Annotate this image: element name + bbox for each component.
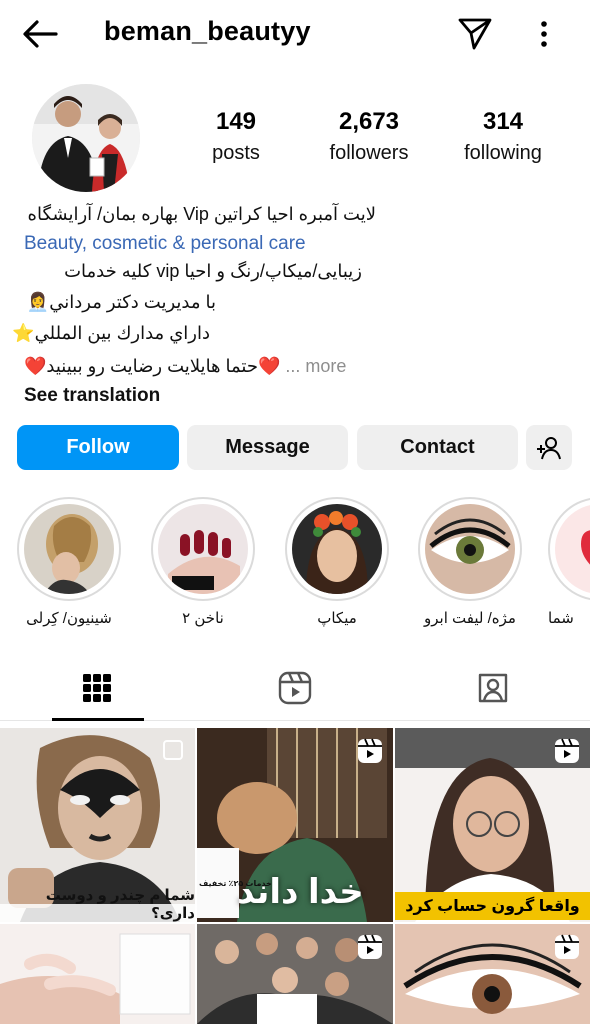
- profile-category[interactable]: Beauty, cosmetic & personal care: [24, 233, 306, 255]
- profile-avatar[interactable]: [32, 84, 140, 192]
- post-image: [0, 924, 195, 1024]
- bio-line-3-text: با مدیریت دکتر مرداني: [49, 292, 216, 312]
- post-tile[interactable]: خدا داند خدمات ۲۵٪ تخفیف: [197, 728, 393, 922]
- profile-username: beman_beautyy: [104, 16, 311, 46]
- message-button[interactable]: Message: [187, 425, 348, 470]
- vertical-dots-icon: [541, 21, 547, 47]
- star-icon: ⭐: [12, 323, 35, 343]
- paper-plane-icon: [458, 18, 492, 50]
- contact-button[interactable]: Contact: [357, 425, 518, 470]
- highlight-ring: [418, 497, 522, 601]
- tagged-icon: [478, 673, 508, 703]
- highlight-chignon[interactable]: شینیون/ کِرلی: [13, 497, 125, 627]
- reel-badge-icon: [358, 934, 382, 959]
- post-small-text: خدمات ۲۵٪ تخفیف: [199, 879, 272, 888]
- followers-count: 2,673: [338, 108, 400, 135]
- following-count: 314: [482, 108, 524, 135]
- profile-tabs: [0, 655, 590, 721]
- bio-line-5: ❤️حتما هایلایت رضایت رو ببینید❤️ ... mor…: [24, 356, 346, 377]
- tab-tagged[interactable]: [448, 655, 538, 721]
- post-tile[interactable]: شما م چندر و دوست داری؟: [0, 728, 195, 922]
- posts-grid: شما م چندر و دوست داری؟ خدا داند خدمات ۲…: [0, 724, 590, 1024]
- bio-line-5-text: ❤️حتما هایلایت رضایت رو ببینید❤️: [24, 356, 281, 376]
- highlight-image: [24, 504, 114, 594]
- post-tile[interactable]: [395, 924, 590, 1024]
- highlight-label: مژه/ لیفت ابرو: [424, 610, 516, 627]
- bio-line-1: لایت آمبره احیا کراتین Vip بهاره بمان/ آ…: [27, 204, 376, 224]
- woman-icon: 👩‍💼: [26, 292, 50, 312]
- reel-badge-icon: [555, 934, 579, 959]
- more-options-button[interactable]: [530, 16, 558, 52]
- post-tile[interactable]: واقعا گرون حساب کرد: [395, 728, 590, 922]
- stat-following[interactable]: 314 following: [456, 108, 550, 165]
- bio-line-2: زیبایی/میکاپ/رنگ و احیا vip کلیه خدمات: [64, 261, 362, 281]
- following-label: following: [464, 142, 542, 164]
- highlight-image: [292, 504, 382, 594]
- post-tile[interactable]: [0, 924, 195, 1024]
- avatar-image: [32, 84, 140, 192]
- highlight-ring: [548, 497, 590, 601]
- highlight-image: [555, 504, 590, 594]
- send-button[interactable]: [456, 14, 494, 52]
- highlight-label: شما: [548, 610, 574, 627]
- bio-line-4-text: داراي مدارك بين المللي: [34, 323, 210, 343]
- highlight-shoma[interactable]: شما: [548, 497, 590, 627]
- see-translation-link[interactable]: See translation: [24, 385, 160, 407]
- stat-posts[interactable]: 149 posts: [200, 108, 272, 165]
- highlight-label: ناخن ۲: [182, 610, 224, 627]
- highlight-label: میکاپ: [317, 610, 357, 627]
- highlight-image: [158, 504, 248, 594]
- post-overlay-text: خدا داند: [237, 873, 364, 911]
- post-tile[interactable]: [197, 924, 393, 1024]
- highlight-ring: [17, 497, 121, 601]
- highlight-image: [425, 504, 515, 594]
- back-button[interactable]: [20, 16, 60, 52]
- bio-more-link[interactable]: ... more: [285, 356, 346, 376]
- highlight-makeup[interactable]: میکاپ: [281, 497, 393, 627]
- post-caption-text: شما م چندر و دوست داری؟: [45, 887, 195, 922]
- top-bar: beman_beautyy: [0, 0, 590, 68]
- highlight-nails[interactable]: ناخن ۲: [147, 497, 259, 627]
- reels-icon: [278, 671, 312, 705]
- arrow-left-icon: [23, 20, 58, 48]
- posts-label: posts: [212, 142, 260, 164]
- stat-followers[interactable]: 2,673 followers: [320, 108, 418, 165]
- highlight-label: شینیون/ کِرلی: [26, 610, 112, 627]
- highlight-lashes[interactable]: مژه/ لیفت ابرو: [414, 497, 526, 627]
- post-banner-text: واقعا گرون حساب کرد: [395, 892, 590, 920]
- post-multi-icon: [163, 740, 183, 760]
- active-tab-indicator: [52, 718, 144, 721]
- reel-badge-icon: [358, 738, 382, 763]
- grid-icon: [83, 674, 111, 702]
- add-person-icon: [537, 436, 561, 459]
- tab-reels[interactable]: [250, 655, 340, 721]
- reel-badge-icon: [555, 738, 579, 763]
- posts-count: 149: [215, 108, 257, 135]
- followers-label: followers: [329, 142, 409, 164]
- bio-line-4: داراي مدارك بين المللي⭐: [12, 323, 210, 344]
- highlight-ring: [285, 497, 389, 601]
- bio-line-3: با مدیریت دکتر مرداني👩‍💼: [24, 292, 216, 313]
- suggest-users-button[interactable]: [526, 425, 572, 470]
- highlight-ring: [151, 497, 255, 601]
- follow-button[interactable]: Follow: [17, 425, 179, 470]
- tab-posts-grid[interactable]: [52, 655, 142, 721]
